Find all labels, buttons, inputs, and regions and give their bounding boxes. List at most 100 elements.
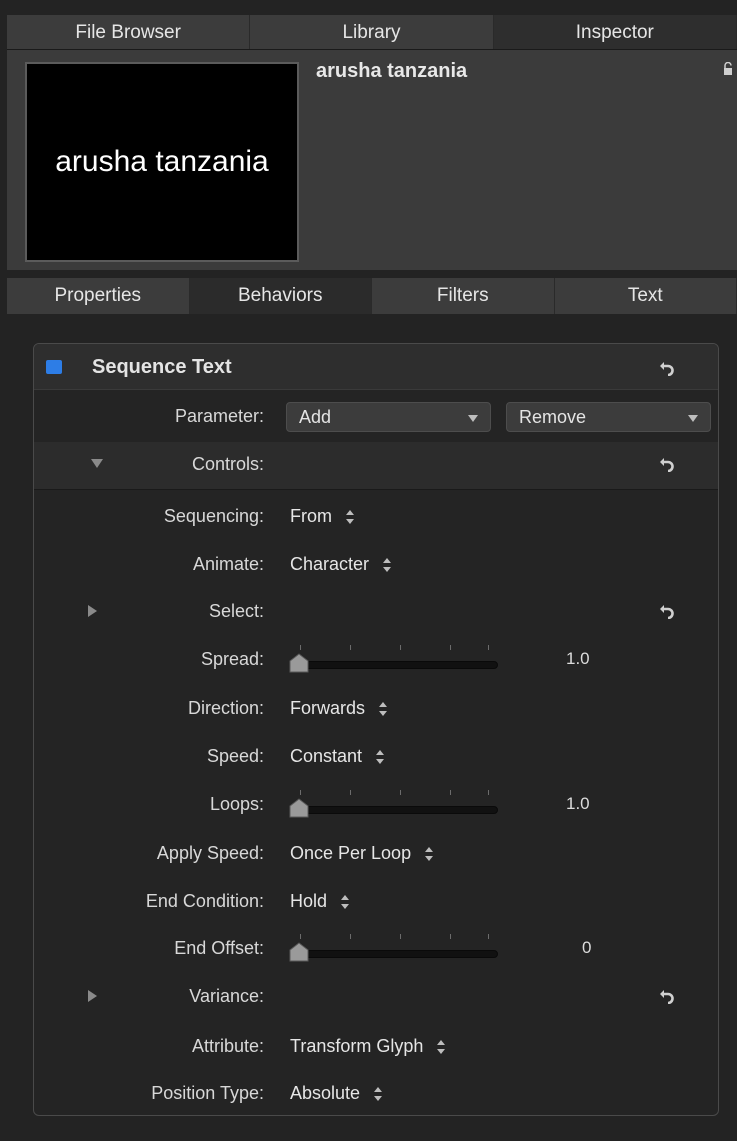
chevron-down-icon: [688, 415, 698, 422]
loops-row: Loops: 1.0: [34, 782, 718, 826]
disclosure-triangle-icon[interactable]: [88, 990, 97, 1002]
apply-speed-row: Apply Speed: Once Per Loop: [34, 831, 718, 875]
object-name: arusha tanzania: [316, 60, 468, 82]
sequencing-value: From: [290, 506, 332, 526]
inspector-sub-tabs: Properties Behaviors Filters Text: [7, 278, 737, 314]
position-type-row: Position Type: Absolute: [34, 1071, 718, 1115]
slider-ticks: [300, 934, 490, 940]
attribute-row: Attribute: Transform Glyph: [34, 1024, 718, 1068]
spread-row: Spread: 1.0: [34, 637, 718, 681]
slider-knob[interactable]: [288, 798, 310, 818]
sequencing-label: Sequencing:: [163, 506, 264, 526]
up-down-stepper-icon: [379, 701, 388, 716]
end-offset-slider[interactable]: [286, 932, 498, 964]
chevron-down-icon: [468, 415, 478, 422]
tab-behaviors[interactable]: Behaviors: [189, 278, 372, 314]
select-label: Select:: [208, 601, 264, 621]
reset-arrow-icon[interactable]: [659, 360, 675, 376]
parameter-label: Parameter:: [174, 406, 264, 426]
sequencing-row: Sequencing: From: [34, 494, 718, 538]
slider-knob[interactable]: [288, 653, 310, 673]
slider-ticks: [300, 645, 490, 651]
disclosure-triangle-icon[interactable]: [88, 605, 97, 617]
up-down-stepper-icon: [374, 1086, 383, 1101]
up-down-stepper-icon: [425, 846, 434, 861]
speed-value: Constant: [290, 746, 363, 766]
attribute-value: Transform Glyph: [290, 1036, 424, 1056]
parameter-remove-label: Remove: [519, 407, 587, 427]
sequence-text-behavior-panel: Sequence Text Parameter: Add Remove Cont…: [33, 343, 719, 1116]
spread-value[interactable]: 1.0: [566, 649, 590, 669]
end-offset-row: End Offset: 0: [34, 926, 718, 970]
sequencing-popup[interactable]: From: [290, 506, 355, 527]
parameter-row: Parameter: Add Remove: [34, 394, 718, 438]
up-down-stepper-icon: [346, 509, 355, 524]
position-type-label: Position Type:: [151, 1083, 264, 1103]
tab-file-browser[interactable]: File Browser: [7, 15, 251, 49]
slider-track: [294, 950, 498, 958]
top-tab-bar: File Browser Library Inspector: [7, 15, 737, 50]
direction-popup[interactable]: Forwards: [290, 698, 388, 719]
reset-arrow-icon[interactable]: [659, 456, 675, 472]
spread-label: Spread:: [200, 649, 264, 669]
animate-row: Animate: Character: [34, 542, 718, 586]
select-group-row: Select:: [34, 589, 718, 633]
loops-slider[interactable]: [286, 788, 498, 820]
animate-label: Animate:: [192, 554, 264, 574]
direction-label: Direction:: [187, 698, 264, 718]
parameter-add-label: Add: [299, 407, 332, 427]
lock-icon[interactable]: [723, 62, 733, 76]
behavior-enable-checkbox[interactable]: [46, 360, 62, 374]
attribute-popup[interactable]: Transform Glyph: [290, 1036, 446, 1057]
speed-popup[interactable]: Constant: [290, 746, 385, 767]
controls-group-row: Controls:: [34, 442, 718, 490]
reset-arrow-icon[interactable]: [659, 603, 675, 619]
slider-track: [294, 806, 498, 814]
direction-row: Direction: Forwards: [34, 686, 718, 730]
spread-slider[interactable]: [286, 643, 498, 675]
end-condition-label: End Condition:: [145, 891, 264, 911]
up-down-stepper-icon: [341, 894, 350, 909]
behavior-title: Sequence Text: [92, 356, 232, 378]
apply-speed-label: Apply Speed:: [156, 843, 264, 863]
end-condition-popup[interactable]: Hold: [290, 891, 350, 912]
end-offset-label: End Offset:: [174, 938, 264, 958]
up-down-stepper-icon: [376, 749, 385, 764]
preview-thumbnail: arusha tanzania: [25, 62, 299, 262]
position-type-popup[interactable]: Absolute: [290, 1083, 383, 1104]
disclosure-triangle-icon[interactable]: [91, 459, 103, 468]
end-condition-value: Hold: [290, 891, 328, 911]
parameter-add-popup[interactable]: Add: [286, 402, 491, 432]
slider-track: [294, 661, 498, 669]
speed-label: Speed:: [206, 746, 264, 766]
apply-speed-value: Once Per Loop: [290, 843, 412, 863]
animate-value: Character: [290, 554, 370, 574]
tab-library[interactable]: Library: [250, 15, 494, 49]
parameter-remove-popup[interactable]: Remove: [506, 402, 711, 432]
variance-label: Variance:: [189, 986, 264, 1006]
loops-label: Loops:: [209, 794, 264, 814]
slider-ticks: [300, 790, 490, 796]
position-type-value: Absolute: [290, 1083, 361, 1103]
preview-area: arusha tanzania arusha tanzania: [7, 50, 737, 270]
slider-knob[interactable]: [288, 942, 310, 962]
attribute-label: Attribute:: [191, 1036, 264, 1056]
inspector-window: File Browser Library Inspector arusha ta…: [0, 0, 737, 1141]
animate-popup[interactable]: Character: [290, 554, 392, 575]
end-offset-value[interactable]: 0: [582, 938, 591, 958]
up-down-stepper-icon: [383, 557, 392, 572]
reset-arrow-icon[interactable]: [659, 988, 675, 1004]
speed-row: Speed: Constant: [34, 734, 718, 778]
end-condition-row: End Condition: Hold: [34, 879, 718, 923]
tab-properties[interactable]: Properties: [7, 278, 190, 314]
direction-value: Forwards: [290, 698, 366, 718]
variance-group-row: Variance:: [34, 974, 718, 1018]
up-down-stepper-icon: [437, 1039, 446, 1054]
tab-text[interactable]: Text: [555, 278, 737, 314]
apply-speed-popup[interactable]: Once Per Loop: [290, 843, 434, 864]
behavior-header: Sequence Text: [34, 344, 718, 390]
controls-label: Controls:: [191, 454, 264, 474]
tab-filters[interactable]: Filters: [372, 278, 555, 314]
tab-inspector[interactable]: Inspector: [493, 15, 737, 49]
loops-value[interactable]: 1.0: [566, 794, 590, 814]
